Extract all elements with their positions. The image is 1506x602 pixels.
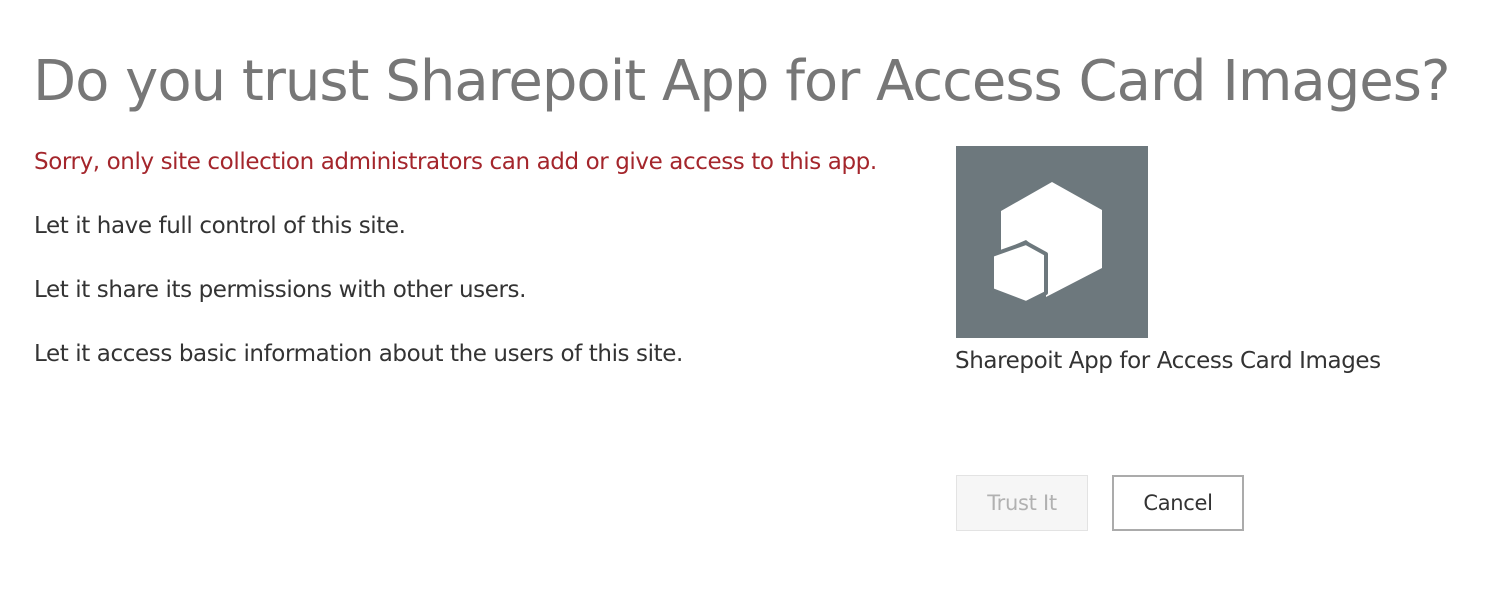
permission-full-control: Let it have full control of this site.: [34, 213, 406, 239]
page-title: Do you trust Sharepoit App for Access Ca…: [33, 49, 1451, 114]
app-name: Sharepoit App for Access Card Images: [955, 348, 1381, 374]
app-icon-tile: [956, 146, 1148, 338]
permission-share: Let it share its permissions with other …: [34, 277, 527, 303]
error-message: Sorry, only site collection administrato…: [34, 149, 877, 175]
cancel-button[interactable]: Cancel: [1112, 475, 1244, 531]
permission-user-info: Let it access basic information about th…: [34, 341, 683, 367]
app-hexagons-icon: [990, 182, 1102, 305]
trust-it-button[interactable]: Trust It: [956, 475, 1088, 531]
